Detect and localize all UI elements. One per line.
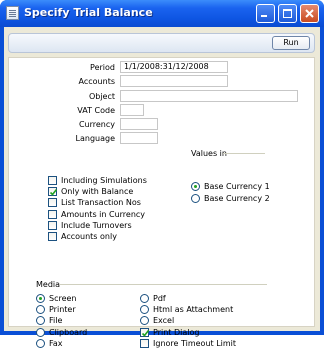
run-button[interactable]: Run — [272, 36, 310, 50]
maximize-icon — [283, 9, 292, 18]
toolbar: Run — [8, 33, 315, 53]
checkbox[interactable] — [48, 220, 57, 230]
radio-button[interactable] — [191, 182, 200, 191]
vat-code-label: VAT Code — [77, 106, 115, 115]
checkbox[interactable] — [48, 209, 57, 219]
media-print-dialog-label: Print Dialog — [153, 327, 200, 337]
values-in-base-currency-2-label: Base Currency 2 — [204, 193, 270, 203]
radio-button[interactable] — [191, 193, 200, 203]
option-include-turnovers-label: Include Turnovers — [61, 220, 132, 230]
object-label: Object — [88, 92, 115, 101]
option-only-with-balance-label: Only with Balance — [61, 187, 134, 197]
accounts-field[interactable] — [120, 75, 228, 87]
maximize-button[interactable] — [278, 4, 297, 23]
media-separator — [59, 284, 267, 285]
option-including-simulations-label: Including Simulations — [61, 176, 147, 185]
language-field[interactable] — [120, 132, 158, 144]
values-in-separator — [223, 153, 265, 154]
check-icon — [49, 189, 58, 196]
radio-button[interactable] — [140, 316, 149, 326]
close-icon — [305, 9, 314, 18]
media-fax-label: Fax — [49, 338, 63, 348]
minimize-button[interactable] — [256, 4, 275, 23]
radio-button[interactable] — [36, 338, 45, 348]
option-accounts-only-label: Accounts only — [61, 232, 117, 241]
media-screen-label: Screen — [49, 294, 77, 303]
title-bar[interactable]: Specify Trial Balance — [0, 0, 324, 27]
language-label: Language — [75, 134, 115, 143]
close-button[interactable] — [300, 4, 319, 23]
values-in-base-currency-1-label: Base Currency 1 — [204, 182, 270, 191]
object-field[interactable] — [120, 90, 298, 102]
check-icon — [141, 329, 150, 337]
media-ignore-timeout-limit-label: Ignore Timeout Limit — [153, 338, 237, 348]
media-clipboard-label: Clipboard — [49, 327, 88, 337]
dialog-body: Run Period 1/1/2008:31/12/2008 Accounts … — [4, 27, 320, 348]
media-title: Media — [36, 280, 61, 289]
media-excel-label: Excel — [153, 316, 175, 326]
media-html-as-attachment-label: Html as Attachment — [153, 305, 234, 315]
checkbox[interactable] — [48, 232, 57, 241]
radio-button[interactable] — [36, 305, 45, 315]
dialog-window: Specify Trial Balance Run Period 1/1/200… — [0, 0, 324, 348]
radio-button[interactable] — [36, 294, 45, 303]
period-field[interactable]: 1/1/2008:31/12/2008 — [120, 61, 228, 73]
document-icon — [6, 6, 19, 20]
checkbox[interactable] — [140, 338, 149, 348]
currency-field[interactable] — [120, 118, 158, 130]
media-printer-label: Printer — [49, 305, 76, 315]
vat-code-field[interactable] — [120, 104, 144, 116]
period-label: Period — [90, 63, 115, 72]
checkbox[interactable] — [48, 187, 58, 197]
option-amounts-in-currency-label: Amounts in Currency — [61, 209, 146, 219]
minimize-icon — [261, 15, 267, 17]
radio-button[interactable] — [36, 316, 45, 326]
radio-button[interactable] — [36, 327, 45, 337]
checkbox[interactable] — [48, 176, 57, 185]
radio-button[interactable] — [140, 305, 149, 315]
accounts-label: Accounts — [78, 77, 115, 86]
radio-button[interactable] — [140, 294, 149, 303]
media-file-label: File — [49, 316, 63, 326]
checkbox[interactable] — [48, 198, 57, 208]
media-pdf-label: Pdf — [153, 294, 166, 303]
currency-label: Currency — [78, 120, 115, 129]
window-title: Specify Trial Balance — [24, 6, 153, 19]
form-panel: Period 1/1/2008:31/12/2008 Accounts Obje… — [8, 57, 315, 348]
checkbox[interactable] — [140, 327, 150, 337]
values-in-title: Values in — [191, 149, 227, 158]
option-list-transaction-nos-label: List Transaction Nos — [61, 198, 141, 208]
